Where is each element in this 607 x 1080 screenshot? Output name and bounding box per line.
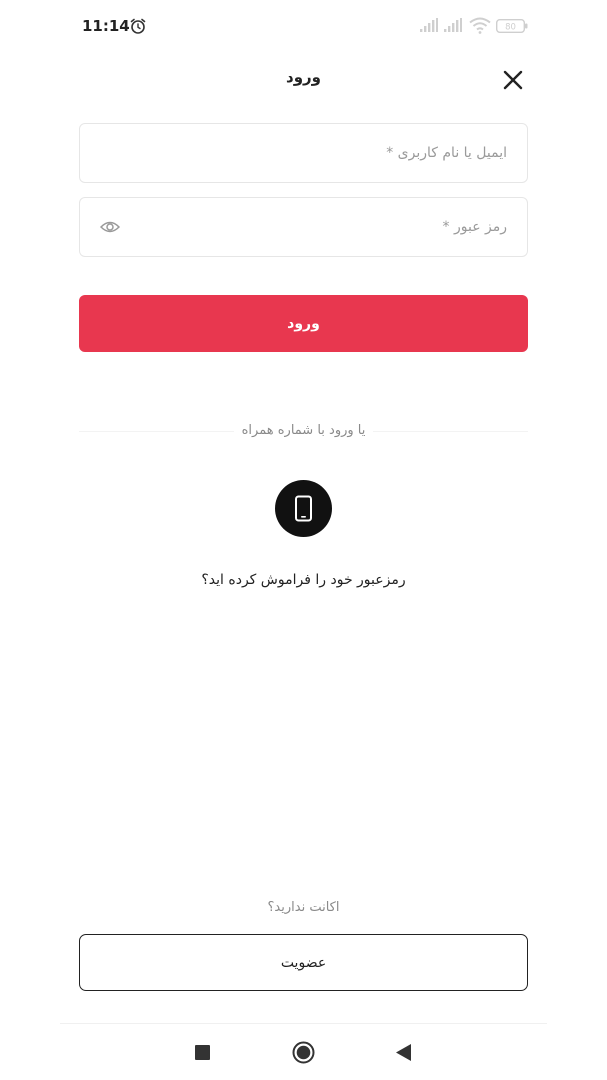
forgot-password-link[interactable]: رمزعبور خود را فراموش کرده اید؟ xyxy=(0,572,607,588)
phone-login-divider: یا ورود با شماره همراه xyxy=(0,423,607,438)
close-icon[interactable] xyxy=(499,66,527,94)
no-account-text: اکانت ندارید؟ xyxy=(267,900,340,915)
alarm-clock-icon xyxy=(130,18,146,34)
status-time: 11:14 xyxy=(82,17,130,35)
battery-level: 80 xyxy=(505,22,516,32)
signal-strength-icon xyxy=(444,18,462,32)
battery-icon: 80 xyxy=(496,19,528,33)
back-triangle-icon[interactable] xyxy=(395,1043,412,1062)
username-input[interactable] xyxy=(80,124,527,182)
home-circle-icon[interactable] xyxy=(292,1041,315,1064)
mobile-phone-icon xyxy=(295,495,312,522)
username-field[interactable] xyxy=(79,123,528,183)
signup-button[interactable]: عضویت xyxy=(79,934,528,991)
login-screen: 11:14 80 ورود ایمیل یا نام کاربری * ورود… xyxy=(0,0,607,1080)
eye-icon[interactable] xyxy=(100,219,120,235)
status-bar: 11:14 80 xyxy=(0,0,607,52)
nav-divider xyxy=(60,1023,547,1024)
password-input[interactable] xyxy=(80,198,527,256)
recents-square-icon[interactable] xyxy=(195,1045,210,1060)
password-field[interactable] xyxy=(79,197,528,257)
signal-strength-icon xyxy=(420,18,438,32)
login-button[interactable]: ورود xyxy=(79,295,528,352)
divider-label: یا ورود با شماره همراه xyxy=(233,423,374,438)
phone-login-button[interactable] xyxy=(275,480,332,537)
wifi-icon xyxy=(469,17,491,34)
